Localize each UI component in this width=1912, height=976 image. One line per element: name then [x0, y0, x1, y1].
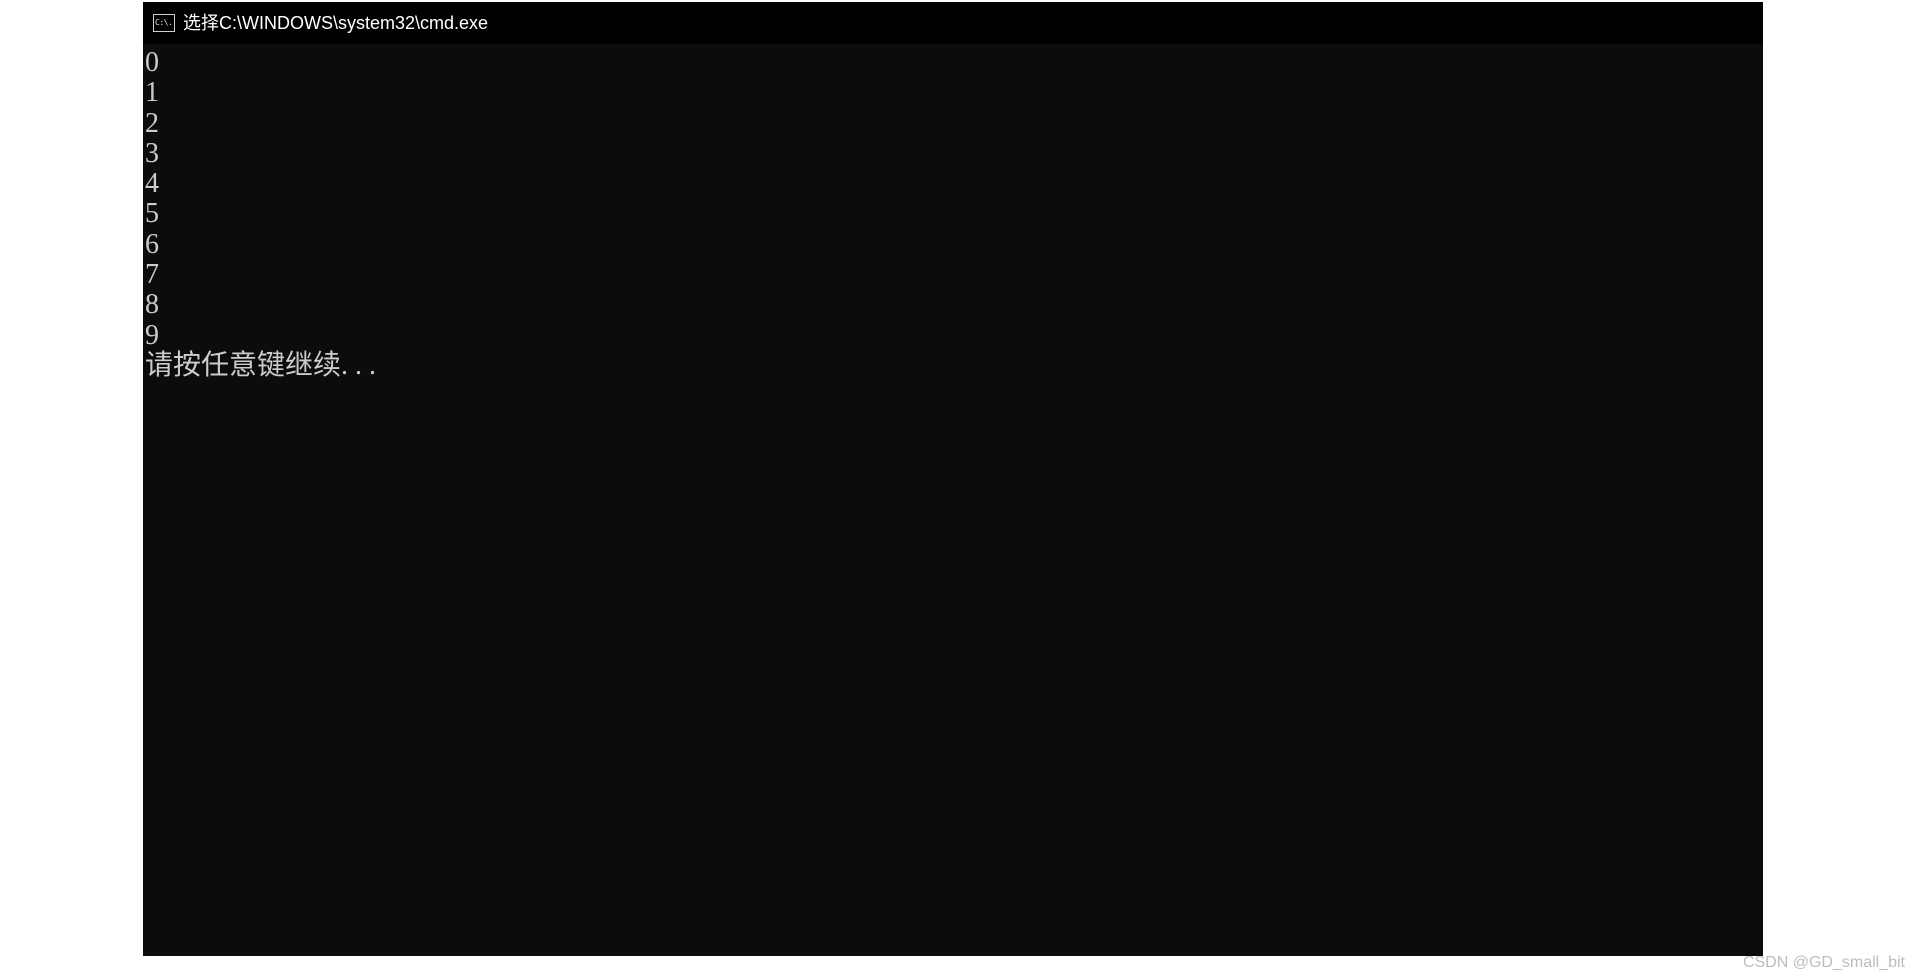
cmd-icon[interactable]: C:\. [153, 14, 175, 32]
console-output: 0 1 2 3 4 5 6 7 8 9 请按任意键继续. . . [145, 47, 377, 381]
console-window: C:\. 选择C:\WINDOWS\system32\cmd.exe 0 1 2… [143, 2, 1763, 956]
window-title: 选择C:\WINDOWS\system32\cmd.exe [183, 13, 489, 33]
title-bar[interactable]: C:\. 选择C:\WINDOWS\system32\cmd.exe [143, 2, 1763, 44]
console-line: 2 [145, 107, 159, 139]
console-line: 5 [145, 198, 159, 230]
console-line: 0 [145, 47, 159, 78]
console-line: 9 [145, 319, 159, 351]
watermark: CSDN @GD_small_bit [1742, 954, 1905, 971]
console-line: 1 [145, 77, 159, 109]
console-line: 8 [145, 289, 159, 321]
press-any-key-prompt: 请按任意键继续. . . [145, 349, 377, 381]
console-line: 3 [145, 137, 159, 169]
console-line: 6 [145, 228, 159, 260]
console-line: 7 [145, 259, 159, 291]
console-output-area[interactable]: 0 1 2 3 4 5 6 7 8 9 请按任意键继续. . . [143, 44, 1763, 956]
console-line: 4 [145, 168, 159, 200]
cmd-icon-glyph: C:\. [155, 18, 173, 27]
